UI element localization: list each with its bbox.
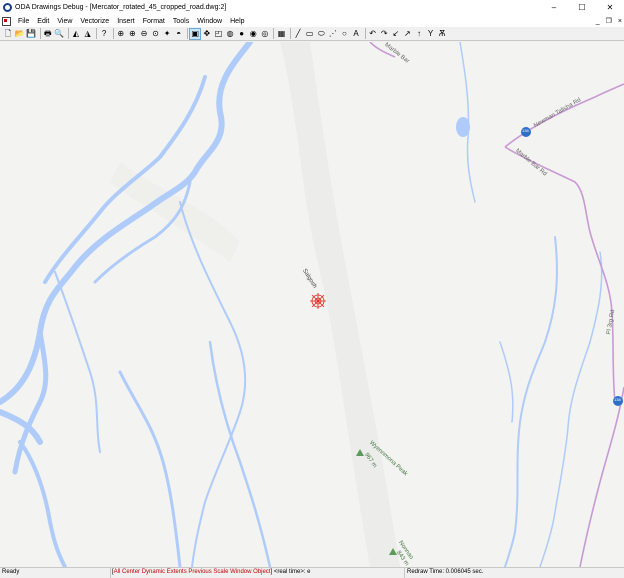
option-object[interactable]: Object: [253, 569, 270, 575]
window-controls: – ☐ ✕: [540, 0, 624, 15]
undo-icon[interactable]: ↶: [368, 29, 378, 39]
toolbar-separator: [187, 28, 189, 39]
undo-draw-icon[interactable]: ◭: [71, 29, 81, 39]
render-hidden-icon[interactable]: ◎: [260, 29, 270, 39]
toolbar-separator: [96, 28, 98, 39]
zoom-window-icon[interactable]: ⊕: [116, 29, 126, 39]
select-icon[interactable]: ▣: [189, 27, 202, 40]
render-gouraud-icon[interactable]: ◉: [248, 29, 258, 39]
zoom-in-icon[interactable]: ⊕: [127, 29, 137, 39]
zoom-realtime-icon[interactable]: ✦: [162, 29, 172, 39]
save-icon[interactable]: 💾: [26, 29, 36, 39]
minimize-button[interactable]: –: [540, 0, 568, 15]
render-wire-icon[interactable]: ◍: [225, 29, 235, 39]
render-shade-icon[interactable]: ●: [237, 29, 247, 39]
redraw-time: Redraw Time: 0.006045 sec.: [407, 569, 484, 575]
menu-format[interactable]: Format: [139, 18, 169, 25]
app-icon[interactable]: [3, 3, 12, 12]
branch-icon[interactable]: Y: [426, 29, 436, 39]
menu-tools[interactable]: Tools: [169, 18, 193, 25]
command-bracket-close: ]: [270, 569, 273, 575]
redo-icon[interactable]: ↷: [379, 29, 389, 39]
close-button[interactable]: ✕: [596, 0, 624, 15]
rectangle-icon[interactable]: ▭: [305, 29, 315, 39]
open-icon[interactable]: 📂: [15, 29, 25, 39]
main-toolbar: 🗋 📂 💾 🖶 🔍 ◭ ◮? ⊕ ⊕ ⊖ ⊙ ✦ ◓ ▣ ✥ ◰ ◍ ● ◉ ◎ ▦ ╱ ▭ ⬭ ⋰ ○ A ↶ ↷ ↙ ↗ ↑ Y Ѫ: [0, 27, 624, 41]
option-center[interactable]: Center: [122, 569, 140, 575]
option-window[interactable]: Window: [230, 569, 251, 575]
mdi-minimize-button[interactable]: _: [596, 18, 600, 25]
menu-help[interactable]: Help: [226, 18, 248, 25]
option-dynamic[interactable]: Dynamic: [142, 569, 165, 575]
option-previous[interactable]: Previous: [188, 569, 211, 575]
line-icon[interactable]: ╱: [293, 29, 303, 39]
menu-edit[interactable]: Edit: [33, 18, 53, 25]
menu-view[interactable]: View: [53, 18, 76, 25]
arrow-sw-icon[interactable]: ↙: [391, 29, 401, 39]
toolbar-separator: [364, 28, 366, 39]
terrain-relief: [110, 42, 400, 567]
help-icon[interactable]: ?: [99, 29, 109, 39]
status-ready: Ready: [2, 569, 20, 575]
menu-vectorize[interactable]: Vectorize: [76, 18, 113, 25]
zoom-out-icon[interactable]: ⊖: [139, 29, 149, 39]
location-marker-icon[interactable]: [310, 293, 326, 309]
document-icon[interactable]: [2, 16, 11, 26]
pan-icon[interactable]: ✥: [202, 29, 212, 39]
command-prompt-value: e: [307, 569, 311, 575]
map-canvas: [0, 42, 624, 567]
status-divider: [110, 568, 111, 578]
status-bar: Ready [All Center Dynamic Extents Previo…: [0, 567, 624, 578]
mdi-restore-button[interactable]: ❐: [606, 17, 612, 25]
menu-window[interactable]: Window: [193, 18, 226, 25]
arrow-up-icon[interactable]: ↑: [414, 29, 424, 39]
option-all[interactable]: All: [114, 569, 121, 575]
new-icon[interactable]: 🗋: [3, 29, 13, 39]
ellipse-icon[interactable]: ⬭: [316, 29, 326, 39]
mdi-controls: _ ❐ ×: [596, 15, 622, 27]
option-extents[interactable]: Extents: [167, 569, 187, 575]
option-scale[interactable]: Scale: [213, 569, 228, 575]
zoom-extents-icon[interactable]: ⊙: [151, 29, 161, 39]
toolbar-separator: [67, 28, 69, 39]
menu-file[interactable]: File: [14, 18, 33, 25]
toolbar-separator: [273, 28, 275, 39]
mdi-close-button[interactable]: ×: [618, 18, 622, 25]
print-preview-icon[interactable]: 🔍: [54, 29, 64, 39]
point-icon[interactable]: ⋰: [328, 29, 338, 39]
layers-icon[interactable]: ▦: [276, 29, 286, 39]
redo-draw-icon[interactable]: ◮: [83, 29, 93, 39]
menu-bar: File Edit View Vectorize Insert Format T…: [0, 15, 624, 27]
road-shield-label-2: 138: [614, 397, 621, 402]
lake: [456, 117, 470, 137]
toolbar-separator: [39, 28, 41, 39]
toolbar-separator: [112, 28, 114, 39]
drawing-viewport[interactable]: Salgosh Wyennmona Peak 967 m Nonnao 843 …: [0, 42, 624, 567]
text-icon[interactable]: A: [351, 29, 361, 39]
arrow-ne-icon[interactable]: ↗: [402, 29, 412, 39]
toolbar-separator: [290, 28, 292, 39]
road-shield-label-1: 138: [522, 128, 529, 133]
orbit-icon[interactable]: ◓: [174, 29, 184, 39]
circle-icon[interactable]: ○: [339, 29, 349, 39]
tree-icon[interactable]: Ѫ: [437, 29, 447, 39]
realtime-label: <real time>:: [273, 569, 306, 575]
window-title: ODA Drawings Debug - [Mercator_rotated_4…: [15, 4, 227, 11]
view-cube-icon[interactable]: ◰: [214, 29, 224, 39]
print-icon[interactable]: 🖶: [43, 29, 53, 39]
maximize-button[interactable]: ☐: [568, 0, 596, 15]
title-bar: ODA Drawings Debug - [Mercator_rotated_4…: [0, 0, 624, 15]
command-line[interactable]: [All Center Dynamic Extents Previous Sca…: [112, 569, 311, 575]
roads: [369, 42, 624, 567]
menu-insert[interactable]: Insert: [113, 18, 139, 25]
status-divider: [404, 568, 405, 578]
